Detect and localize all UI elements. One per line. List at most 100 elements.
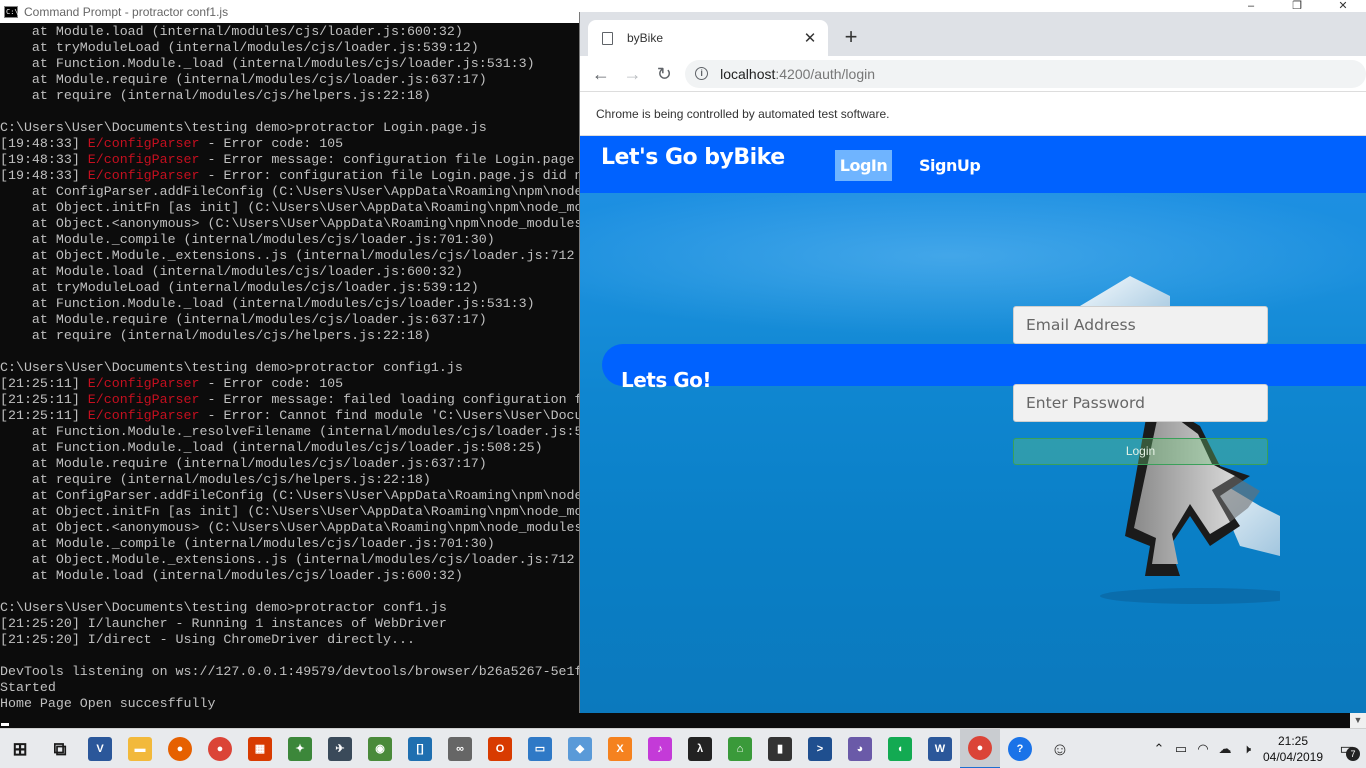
tab-title: byBike xyxy=(627,31,664,45)
close-button[interactable]: ✕ xyxy=(1320,0,1366,12)
nav-login-link[interactable]: LogIn xyxy=(835,150,892,181)
nav-signup-link[interactable]: SignUp xyxy=(919,150,981,181)
tab-strip: byBike ✕ + xyxy=(580,12,1366,56)
taskbar-item[interactable]: λ xyxy=(680,729,720,768)
cmd-line: at require (internal/modules/cjs/helpers… xyxy=(0,328,431,343)
volume-muted-icon[interactable]: 🕨 xyxy=(1236,729,1258,768)
cmd-line: at Module._compile (internal/modules/cjs… xyxy=(0,232,495,247)
taskbar-item[interactable]: ? xyxy=(1000,729,1040,768)
chevron-up-icon[interactable]: ⌃ xyxy=(1148,729,1170,768)
cmd-line xyxy=(0,648,580,664)
cmd-line xyxy=(0,584,580,600)
new-tab-button[interactable]: + xyxy=(840,26,862,48)
tab-close-icon[interactable]: ✕ xyxy=(802,29,818,47)
log-level: E/configParser xyxy=(87,136,200,151)
cmd-line: C:\Users\User\Documents\testing demo>pro… xyxy=(0,120,487,135)
feather-icon: ✈ xyxy=(328,736,352,761)
battery-icon[interactable]: ▭ xyxy=(1170,729,1192,768)
log-timestamp: [21:25:11] xyxy=(0,392,80,407)
password-field[interactable] xyxy=(1013,384,1268,422)
taskbar-item[interactable]: ▮ xyxy=(760,729,800,768)
cmd-line: at ConfigParser.addFileConfig (C:\Users\… xyxy=(0,488,580,503)
taskbar-item[interactable]: ◆ xyxy=(560,729,600,768)
taskbar-item[interactable]: ✦ xyxy=(280,729,320,768)
terminal-icon: ▮ xyxy=(768,736,792,761)
cmd-line: at ConfigParser.addFileConfig (C:\Users\… xyxy=(0,184,580,199)
log-message: - Error: Cannot find module 'C:\Users\Us… xyxy=(199,408,580,423)
task-view-icon: ⧉ xyxy=(53,738,67,759)
help-icon: ? xyxy=(1008,736,1032,761)
cmd-line: DevTools listening on ws://127.0.0.1:495… xyxy=(0,664,580,679)
scrollbar-arrow[interactable]: ▼ xyxy=(1350,713,1366,728)
minimize-button[interactable]: – xyxy=(1228,0,1274,12)
taskbar-item[interactable]: W xyxy=(920,729,960,768)
taskbar-item[interactable]: ✈ xyxy=(320,729,360,768)
cmd-line: [21:25:11] E/configParser - Error messag… xyxy=(0,392,580,408)
people-icon: ☺ xyxy=(1050,738,1070,759)
cmd-line: at Module.require (internal/modules/cjs/… xyxy=(0,312,487,327)
info-icon[interactable]: i xyxy=(695,67,709,80)
url-text[interactable]: localhost:4200/auth/login xyxy=(720,66,875,82)
cmd-window-icon: C:\ xyxy=(4,5,19,18)
bracket-app-icon: [] xyxy=(408,736,432,761)
taskbar-item[interactable]: X xyxy=(600,729,640,768)
taskbar-item[interactable]: ⌂ xyxy=(720,729,760,768)
cloud-icon[interactable]: ☁ xyxy=(1214,729,1236,768)
visual-studio-icon: V xyxy=(88,736,112,761)
log-level: E/configParser xyxy=(87,392,200,407)
email-field[interactable] xyxy=(1013,306,1268,344)
log-message: - Error: configuration file Login.page.j… xyxy=(199,168,580,183)
reload-icon[interactable]: ↻ xyxy=(653,63,675,85)
taskbar-item[interactable]: ● xyxy=(200,729,240,768)
taskbar-item[interactable]: ▬ xyxy=(120,729,160,768)
taskbar-item[interactable]: ◕ xyxy=(840,729,880,768)
taskbar-item[interactable]: ♪ xyxy=(640,729,680,768)
taskbar-item[interactable]: ▭ xyxy=(520,729,560,768)
restore-button[interactable]: ❐ xyxy=(1274,0,1320,12)
taskbar-item[interactable]: ◖ xyxy=(880,729,920,768)
address-bar[interactable]: i localhost:4200/auth/login xyxy=(685,59,1366,88)
cmd-line: C:\Users\User\Documents\testing demo>pro… xyxy=(0,360,463,375)
log-level: E/configParser xyxy=(87,408,200,423)
firefox-icon: ● xyxy=(168,736,192,761)
hero-text: Lets Go! xyxy=(621,368,712,392)
taskbar-item[interactable]: ⧉ xyxy=(40,729,80,768)
taskbar-item[interactable]: V xyxy=(80,729,120,768)
hero-banner xyxy=(602,344,1366,386)
login-button[interactable]: Login xyxy=(1013,438,1268,465)
taskbar-item[interactable]: O xyxy=(480,729,520,768)
cmd-line: at Module.require (internal/modules/cjs/… xyxy=(0,72,487,87)
cmd-line: at tryModuleLoad (internal/modules/cjs/l… xyxy=(0,40,479,55)
taskbar-item[interactable]: ◉ xyxy=(360,729,400,768)
taskbar-item[interactable]: ● xyxy=(160,729,200,768)
cmd-output[interactable]: at Module.load (internal/modules/cjs/loa… xyxy=(0,24,580,728)
node-icon: ✦ xyxy=(288,736,312,761)
forward-arrow-icon[interactable]: → xyxy=(622,63,644,85)
brand-title[interactable]: Let's Go byBike xyxy=(601,145,785,170)
taskbar-item[interactable]: ● xyxy=(960,728,1000,768)
back-arrow-icon[interactable]: ← xyxy=(590,63,612,85)
cmd-line: [19:48:33] E/configParser - Error code: … xyxy=(0,136,580,152)
taskbar-item[interactable]: > xyxy=(800,729,840,768)
clock[interactable]: 21:25 04/04/2019 xyxy=(1258,733,1328,765)
office-icon: O xyxy=(488,736,512,761)
taskbar-item[interactable]: ∞ xyxy=(440,729,480,768)
log-level: E/configParser xyxy=(87,376,200,391)
login-page: Let's Go byBike LogIn SignUp Lets Go! Lo… xyxy=(580,136,1366,713)
taskbar-item[interactable]: ☺ xyxy=(1040,729,1080,768)
file-explorer-icon: ▬ xyxy=(128,736,152,761)
cmd-line: at Object.<anonymous> (C:\Users\User\App… xyxy=(0,216,580,231)
cmd-line: Started xyxy=(0,680,56,695)
house-icon: ⌂ xyxy=(728,736,752,761)
cmd-line: C:\Users\User\Documents\testing demo>pro… xyxy=(0,600,447,615)
taskbar-item[interactable]: ⊞ xyxy=(0,729,40,768)
wifi-icon[interactable]: ◠ xyxy=(1192,729,1214,768)
taskbar-item[interactable]: [] xyxy=(400,729,440,768)
taskbar-item[interactable]: ▦ xyxy=(240,729,280,768)
system-tray: ⌃ ▭ ◠ ☁ 🕨 21:25 04/04/2019 ▭ 7 xyxy=(1148,729,1366,768)
cmd-line: at Function.Module._load (internal/modul… xyxy=(0,440,543,455)
cmd-line: at Module.load (internal/modules/cjs/loa… xyxy=(0,264,463,279)
tab-bybike[interactable]: byBike ✕ xyxy=(588,20,828,56)
log-message: - Error message: configuration file Logi… xyxy=(199,152,575,167)
action-center-button[interactable]: ▭ 7 xyxy=(1328,729,1366,768)
